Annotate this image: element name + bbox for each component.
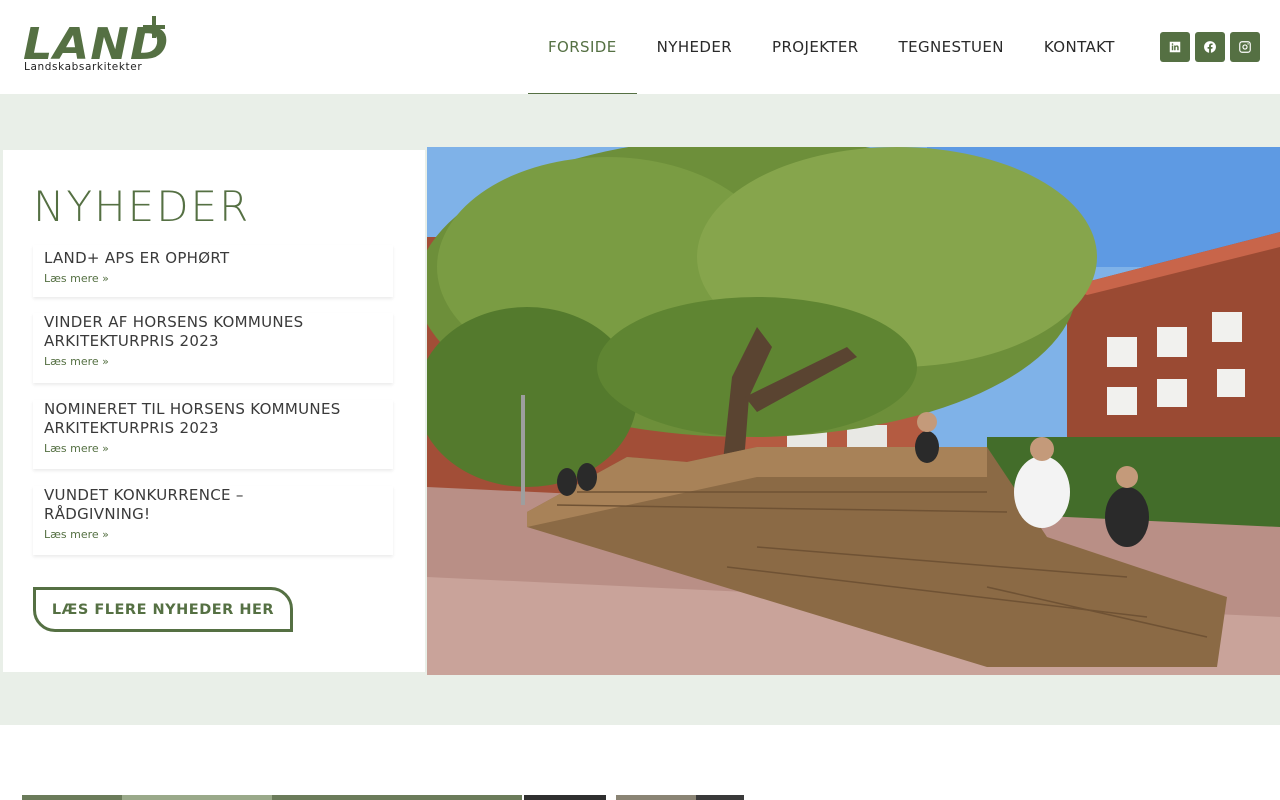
nav-item-projekter[interactable]: PROJEKTER bbox=[752, 0, 879, 94]
facebook-icon[interactable] bbox=[1195, 32, 1225, 62]
nav-item-tegnestuen[interactable]: TEGNESTUEN bbox=[879, 0, 1024, 94]
news-item: LAND+ APS ER OPHØRT Læs mere » bbox=[33, 245, 393, 297]
project-gallery-preview bbox=[22, 790, 744, 800]
site-logo[interactable]: LAND Landskabsarkitekter bbox=[22, 16, 168, 74]
main-nav: FORSIDE NYHEDER PROJEKTER TEGNESTUEN KON… bbox=[528, 0, 1135, 94]
social-links bbox=[1160, 32, 1260, 62]
hero-section: NYHEDER LAND+ APS ER OPHØRT Læs mere » V… bbox=[0, 94, 1280, 725]
read-more-link[interactable]: Læs mere » bbox=[44, 528, 382, 541]
news-item: NOMINERET TIL HORSENS KOMMUNES ARKITEKTU… bbox=[33, 400, 393, 469]
read-more-link[interactable]: Læs mere » bbox=[44, 442, 382, 455]
news-item: VINDER AF HORSENS KOMMUNES ARKITEKTURPRI… bbox=[33, 313, 393, 383]
news-item-title[interactable]: NOMINERET TIL HORSENS KOMMUNES ARKITEKTU… bbox=[44, 400, 382, 438]
linkedin-icon[interactable] bbox=[1160, 32, 1190, 62]
news-panel: NYHEDER LAND+ APS ER OPHØRT Læs mere » V… bbox=[3, 150, 425, 672]
read-more-link[interactable]: Læs mere » bbox=[44, 355, 382, 368]
logo-subtitle: Landskabsarkitekter bbox=[24, 61, 143, 73]
news-heading: NYHEDER bbox=[33, 182, 251, 231]
nav-item-forside[interactable]: FORSIDE bbox=[528, 0, 637, 94]
news-item-title[interactable]: VINDER AF HORSENS KOMMUNES ARKITEKTURPRI… bbox=[44, 313, 382, 351]
read-more-link[interactable]: Læs mere » bbox=[44, 272, 382, 285]
more-news-button[interactable]: LÆS FLERE NYHEDER HER bbox=[33, 587, 293, 632]
instagram-icon[interactable] bbox=[1230, 32, 1260, 62]
news-item-title[interactable]: LAND+ APS ER OPHØRT bbox=[44, 249, 229, 267]
logo-plus-icon bbox=[143, 16, 165, 38]
site-header: LAND Landskabsarkitekter FORSIDE NYHEDER… bbox=[0, 0, 1280, 94]
news-item-title[interactable]: VUNDET KONKURRENCE – RÅDGIVNING! bbox=[44, 486, 294, 524]
news-item: VUNDET KONKURRENCE – RÅDGIVNING! Læs mer… bbox=[33, 486, 393, 555]
hero-photo bbox=[427, 147, 1280, 675]
nav-item-nyheder[interactable]: NYHEDER bbox=[637, 0, 752, 94]
nav-item-kontakt[interactable]: KONTAKT bbox=[1024, 0, 1135, 94]
